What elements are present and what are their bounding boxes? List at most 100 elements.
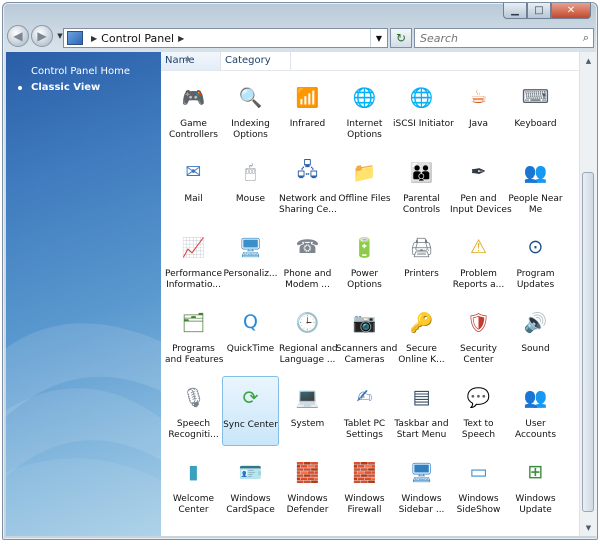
item-label-line: Reports a... (452, 280, 505, 290)
item-label-line: and Features (165, 355, 224, 365)
control-panel-item[interactable]: 🌐 iSCSI Initiator (393, 76, 454, 146)
refresh-button[interactable]: ↻ (390, 28, 412, 48)
control-panel-item[interactable]: ▮ Welcome Center (165, 451, 222, 521)
item-label: iSCSI Initiator (393, 119, 454, 130)
item-label-line: CardSpace (226, 505, 275, 515)
microphone-icon: 🎙 (181, 386, 206, 409)
item-label: Performance Informatio... (165, 269, 222, 291)
control-panel-item[interactable]: ☎ Phone and Modem ... (279, 226, 336, 296)
control-panel-item[interactable]: 🗂 Programs and Features (165, 301, 224, 371)
control-panel-item[interactable]: 👪 Parental Controls (393, 151, 450, 221)
scrollbar-thumb[interactable] (582, 172, 594, 512)
item-label-line: Problem (460, 269, 497, 279)
scanner-icon: 📷 (352, 311, 377, 334)
control-panel-item[interactable]: 🖥 Windows Sidebar ... (393, 451, 450, 521)
clock-globe-icon: 🕒 (295, 311, 320, 334)
control-panel-item[interactable]: 📶 Infrared (279, 76, 336, 146)
control-panel-item[interactable]: ☕ Java (450, 76, 507, 146)
control-panel-item[interactable]: ✍ Tablet PC Settings (336, 376, 393, 446)
search-box[interactable]: ⌕ (414, 28, 594, 48)
infrared-icon: 📶 (295, 86, 320, 109)
control-panel-item[interactable]: 💻 System (279, 376, 336, 446)
control-panel-item[interactable]: 🖧 Network and Sharing Ce... (279, 151, 337, 221)
performance-icon: 📈 (181, 236, 206, 259)
item-label: Personaliz... (222, 269, 279, 280)
control-panel-item[interactable]: 🧱 Windows Firewall (336, 451, 393, 521)
column-header-name[interactable]: ▲ Name (161, 52, 221, 70)
item-label-line: Program (516, 269, 555, 279)
control-panel-item[interactable]: 🌐 Internet Options (336, 76, 393, 146)
control-panel-item[interactable]: Q QuickTime (222, 301, 279, 371)
control-panel-item[interactable]: ⚠ Problem Reports a... (450, 226, 507, 296)
control-panel-item[interactable]: ⌨ Keyboard (507, 76, 564, 146)
column-header-category[interactable]: Category (221, 52, 291, 70)
item-label-line: Sharing Ce... (279, 205, 337, 215)
scroll-down-button[interactable]: ▼ (580, 519, 597, 536)
items-view: ▲ Name Category 🎮 Game Controllers 🔍 Indexin… (161, 52, 579, 536)
control-panel-item[interactable]: 🎮 Game Controllers (165, 76, 222, 146)
minimize-button[interactable]: ▁ (503, 3, 527, 19)
control-panel-item[interactable]: 👥 People Near Me (507, 151, 564, 221)
item-label: Offline Files (336, 194, 393, 205)
vertical-scrollbar[interactable]: ▲ ▼ (579, 52, 597, 536)
item-label-line: Welcome (172, 494, 215, 504)
item-label: Scanners and Cameras (336, 344, 397, 366)
classic-view-link[interactable]: Classic View (18, 82, 100, 93)
item-label: Welcome Center (165, 494, 222, 516)
item-label-line: Sync Center (223, 420, 278, 430)
control-panel-item[interactable]: 👥 User Accounts (507, 376, 564, 446)
control-panel-item[interactable]: 🖥 Personaliz... (222, 226, 279, 296)
control-panel-item[interactable]: 🔍 Indexing Options (222, 76, 279, 146)
address-bar[interactable]: ▶ Control Panel ▶ ▼ (63, 28, 388, 48)
item-label-line: Modem ... (285, 280, 330, 290)
item-label: Windows CardSpace (222, 494, 279, 516)
control-panel-item[interactable]: 🔊 Sound (507, 301, 564, 371)
control-panel-item[interactable]: ⟳ Sync Center (222, 376, 279, 446)
control-panel-item[interactable]: 🕒 Regional and Language ... (279, 301, 338, 371)
control-panel-item[interactable]: 🖱 Mouse (222, 151, 279, 221)
control-panel-item[interactable]: ⊙ Program Updates (507, 226, 564, 296)
chevron-down-icon: ▼ (57, 32, 63, 40)
close-button[interactable]: ✕ (551, 3, 591, 19)
firewall-icon: 🧱 (352, 461, 377, 484)
people-icon: 👥 (523, 161, 548, 184)
control-panel-item[interactable]: ⊞ Windows Update (507, 451, 564, 521)
maximize-button[interactable]: □ (527, 3, 551, 19)
control-panel-item[interactable]: 🛡 Security Center (450, 301, 507, 371)
globe-icon: 🌐 (409, 86, 434, 109)
control-panel-item[interactable]: ▤ Taskbar and Start Menu (393, 376, 450, 446)
search-icon[interactable]: ⌕ (583, 31, 589, 45)
control-panel-item[interactable]: ✉ Mail (165, 151, 222, 221)
item-label-line: Printers (404, 269, 439, 279)
control-panel-item[interactable]: 🔋 Power Options (336, 226, 393, 296)
control-panel-item[interactable]: ▭ Windows SideShow (450, 451, 507, 521)
control-panel-item[interactable]: 🪪 Windows CardSpace (222, 451, 279, 521)
control-panel-item[interactable]: 📁 Offline Files (336, 151, 393, 221)
item-label: People Near Me (507, 194, 564, 216)
control-panel-item[interactable]: 🧱 Windows Defender (279, 451, 336, 521)
welcome-icon: ▮ (188, 461, 199, 483)
sort-ascending-icon: ▲ (185, 54, 191, 62)
forward-button[interactable]: ▶ (31, 25, 53, 47)
breadcrumb-control-panel[interactable]: Control Panel (101, 32, 174, 45)
control-panel-item[interactable]: 🎙 Speech Recogniti... (165, 376, 222, 446)
address-dropdown-button[interactable]: ▼ (370, 29, 387, 47)
scroll-up-button[interactable]: ▲ (580, 52, 597, 69)
item-label: Mail (165, 194, 222, 205)
item-label: Network and Sharing Ce... (279, 194, 337, 216)
control-panel-item[interactable]: 🖨 Printers (393, 226, 450, 296)
cardspace-icon: 🪪 (238, 461, 263, 484)
window-controls: ▁ □ ✕ (503, 3, 591, 21)
control-panel-item[interactable]: 📈 Performance Informatio... (165, 226, 222, 296)
control-panel-item[interactable]: 🔑 Secure Online K... (393, 301, 450, 371)
back-button[interactable]: ◀ (7, 25, 29, 47)
control-panel-item[interactable]: ✒ Pen and Input Devices (450, 151, 512, 221)
breadcrumb-arrow-icon[interactable]: ▶ (91, 34, 97, 43)
control-panel-item[interactable]: 📷 Scanners and Cameras (336, 301, 397, 371)
item-label-line: Windows (515, 494, 556, 504)
control-panel-home-link[interactable]: Control Panel Home (31, 66, 130, 77)
control-panel-item[interactable]: 💬 Text to Speech (450, 376, 507, 446)
task-pane: Control Panel Home Classic View (6, 52, 161, 536)
breadcrumb-arrow-icon[interactable]: ▶ (178, 34, 184, 43)
search-input[interactable] (418, 30, 572, 46)
